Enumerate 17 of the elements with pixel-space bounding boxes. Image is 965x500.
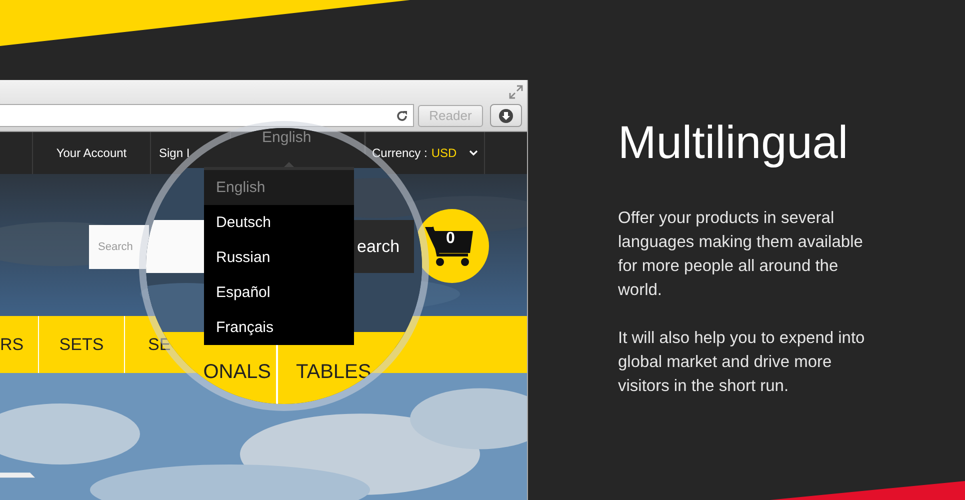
menu-item[interactable]: ONALS — [203, 361, 271, 384]
language-label[interactable]: English — [262, 129, 312, 146]
currency-label: Currency : — [372, 146, 428, 160]
download-button[interactable] — [490, 104, 522, 127]
account-link[interactable]: Your Account — [56, 146, 127, 160]
feature-description: It will also help you to expend into global market and drive more visitors in the short run. — [618, 328, 866, 397]
download-icon — [498, 108, 514, 124]
address-field[interactable] — [0, 104, 414, 127]
sign-in-link[interactable]: Sign I — [159, 146, 190, 160]
currency-value[interactable]: USD — [431, 146, 457, 160]
reload-icon[interactable] — [396, 110, 408, 122]
menu-item[interactable]: TABLES — [296, 361, 372, 384]
feature-title: Multilingual — [618, 115, 850, 170]
chevron-icon[interactable] — [468, 150, 478, 156]
feature-description: Offer your products in several languages making them available for more people all around the world. — [618, 208, 864, 301]
cart-icon — [424, 224, 476, 268]
expand-icon[interactable] — [509, 85, 523, 99]
